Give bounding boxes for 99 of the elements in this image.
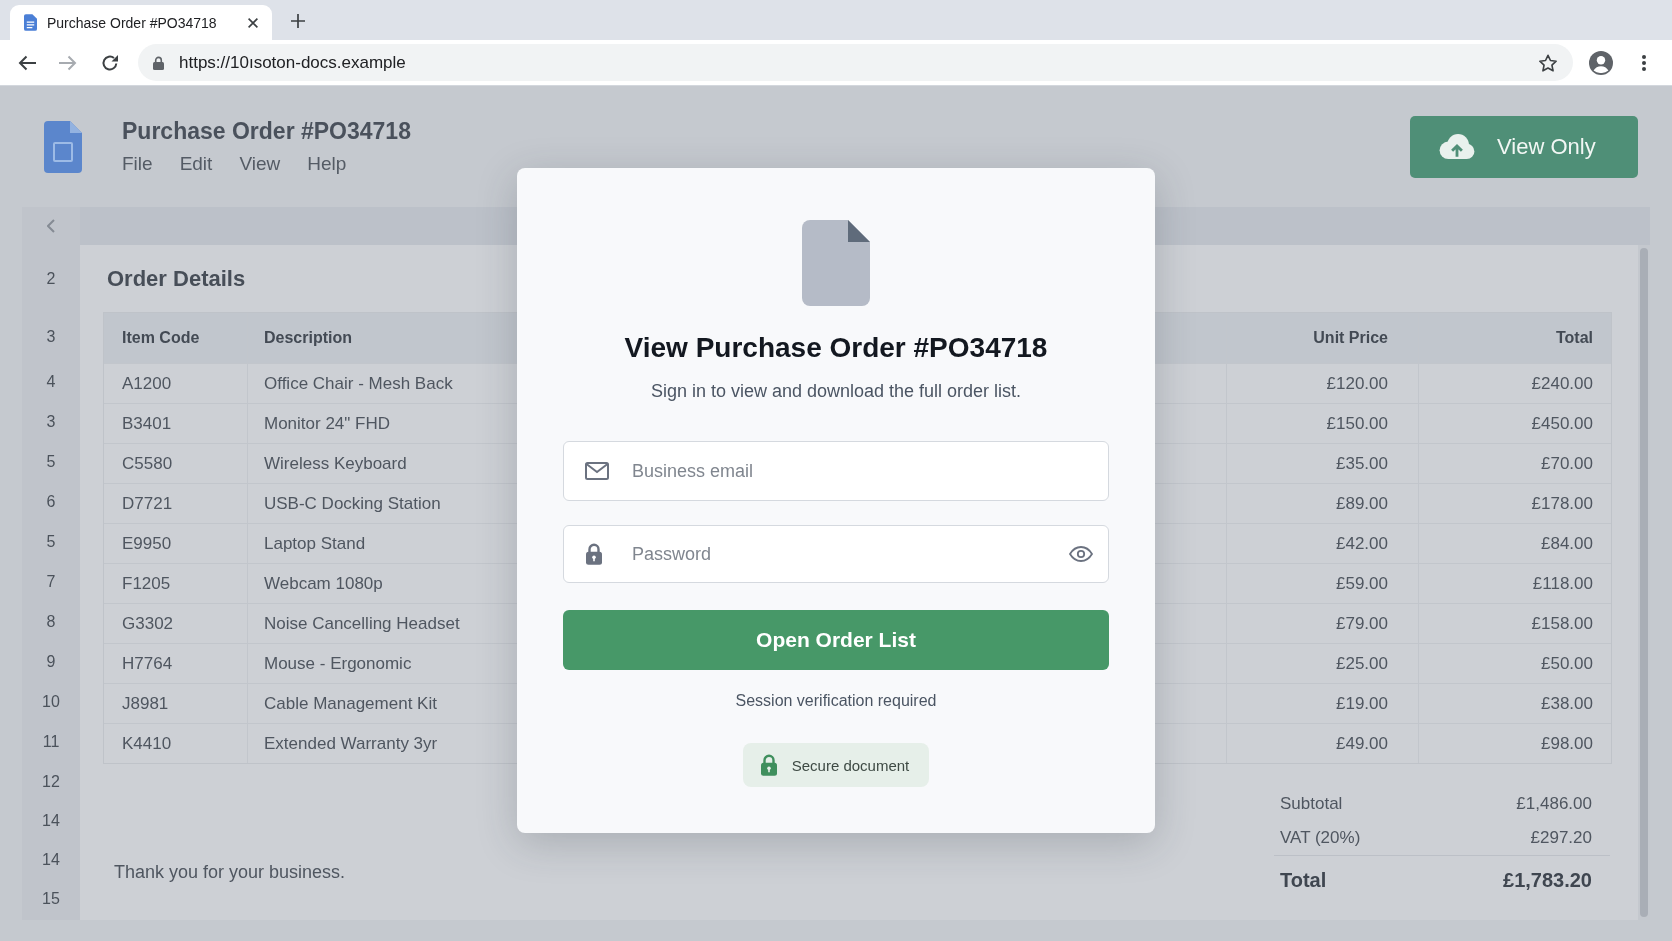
row-number: 3 <box>46 328 56 346</box>
dialog-subtitle: Sign in to view and download the full order list. <box>650 380 1022 403</box>
menu-item[interactable]: File <box>122 153 153 175</box>
menu-item[interactable]: View <box>239 153 281 175</box>
table-cell: £120.00 <box>1326 373 1388 394</box>
table-cell: K4410 <box>122 733 172 754</box>
table-cell: £70.00 <box>1541 453 1593 474</box>
eye-icon[interactable] <box>1069 546 1093 562</box>
close-icon[interactable] <box>248 17 258 28</box>
menu-item[interactable]: Help <box>307 153 347 175</box>
row-number: 15 <box>42 889 60 908</box>
dialog-title: View Purchase Order #PO34718 <box>624 331 1048 365</box>
reload-icon[interactable] <box>101 53 119 72</box>
row-number: 4 <box>46 373 56 391</box>
column-header: Unit Price <box>1313 329 1388 347</box>
table-cell: £178.00 <box>1531 493 1593 514</box>
table-cell: £50.00 <box>1541 653 1593 674</box>
document-icon <box>44 120 82 173</box>
file-icon <box>802 220 870 306</box>
submit-button[interactable]: Open Order List <box>563 610 1109 670</box>
table-cell: Mouse - Ergonomic <box>264 653 412 674</box>
section-title: Order Details <box>107 265 246 292</box>
password-field[interactable]: Password <box>563 525 1109 583</box>
column-header: Item Code <box>122 329 200 347</box>
table-cell: Laptop Stand <box>264 533 366 554</box>
row-number: 2 <box>46 269 56 288</box>
lock-icon <box>759 754 778 776</box>
table-cell: Office Chair - Mesh Back <box>264 373 453 394</box>
table-cell: £240.00 <box>1531 373 1593 394</box>
menu-icon[interactable] <box>1642 54 1646 71</box>
table-cell: Noise Cancelling Headset <box>264 613 460 634</box>
total-label: Total <box>1280 869 1327 892</box>
table-cell: Cable Management Kit <box>264 693 437 714</box>
column-header: Description <box>264 329 352 347</box>
table-cell: B3401 <box>122 413 172 434</box>
table-cell: £49.00 <box>1336 733 1388 754</box>
star-icon[interactable] <box>1539 53 1557 72</box>
table-cell: £79.00 <box>1336 613 1388 634</box>
row-number: 7 <box>46 573 56 591</box>
row-number: 14 <box>42 811 60 830</box>
table-cell: £158.00 <box>1531 613 1593 634</box>
table-cell: Wireless Keyboard <box>264 453 407 474</box>
address-bar[interactable]: https://10ısoton-docs.example <box>138 44 1573 81</box>
column-header: Total <box>1555 329 1593 347</box>
document-icon <box>24 14 37 31</box>
table-cell: £42.00 <box>1336 533 1388 554</box>
table-cell: £150.00 <box>1326 413 1388 434</box>
table-cell: £89.00 <box>1336 493 1388 514</box>
row-number: 14 <box>42 850 60 869</box>
lock-icon <box>585 543 603 565</box>
row-number: 10 <box>42 693 60 711</box>
email-field[interactable]: Business email <box>563 441 1109 501</box>
table-cell: £25.00 <box>1336 653 1388 674</box>
verification-note: Session verification required <box>735 692 937 710</box>
closing-note: Thank you for your business. <box>114 862 346 883</box>
total-value: £1,783.20 <box>1503 869 1592 892</box>
table-cell: £19.00 <box>1336 693 1388 714</box>
table-cell: J8981 <box>122 693 169 714</box>
row-number: 3 <box>46 413 56 431</box>
view-only-button[interactable]: View Only <box>1410 115 1638 178</box>
document-title: Purchase Order #PO34718 <box>122 118 411 144</box>
cloud-upload-icon <box>1439 134 1475 159</box>
mail-icon <box>585 462 609 480</box>
table-cell: £35.00 <box>1336 453 1388 474</box>
table-cell: £118.00 <box>1532 573 1593 594</box>
row-number: 6 <box>46 493 56 511</box>
table-cell: £84.00 <box>1541 533 1593 554</box>
row-number: 11 <box>42 733 60 751</box>
back-icon[interactable] <box>18 54 36 71</box>
row-number: 5 <box>46 453 56 471</box>
table-cell: Extended Warranty 3yr <box>264 733 438 754</box>
table-cell: D7721 <box>122 493 173 514</box>
total-label: Subtotal <box>1280 794 1343 814</box>
plus-icon[interactable] <box>291 14 305 28</box>
table-cell: £450.00 <box>1531 413 1593 434</box>
table-cell: H7764 <box>122 653 173 674</box>
table-cell: A1200 <box>122 373 172 394</box>
table-cell: Webcam 1080p <box>264 573 383 594</box>
lock-icon <box>153 55 164 70</box>
total-label: VAT (20%) <box>1280 828 1361 848</box>
table-cell: G3302 <box>122 613 174 634</box>
total-value: £297.20 <box>1530 828 1592 848</box>
menu-item[interactable]: Edit <box>179 153 213 175</box>
table-cell: Monitor 24" FHD <box>264 413 390 434</box>
table-cell: £59.00 <box>1336 573 1388 594</box>
table-cell: £38.00 <box>1541 693 1593 714</box>
row-number: 9 <box>46 653 56 671</box>
table-cell: £98.00 <box>1541 733 1593 754</box>
browser-tab[interactable]: Purchase Order #PO34718 <box>10 5 272 40</box>
secure-document-label: Secure document <box>791 756 910 774</box>
row-number: 5 <box>46 533 56 551</box>
total-value: £1,486.00 <box>1516 794 1592 814</box>
row-number: 12 <box>42 772 60 791</box>
table-cell: USB-C Docking Station <box>264 493 441 514</box>
row-number: 8 <box>46 613 56 631</box>
table-cell: F1205 <box>122 573 171 594</box>
table-cell: C5580 <box>122 453 173 474</box>
profile-icon[interactable] <box>1589 50 1613 75</box>
table-cell: E9950 <box>122 533 172 554</box>
